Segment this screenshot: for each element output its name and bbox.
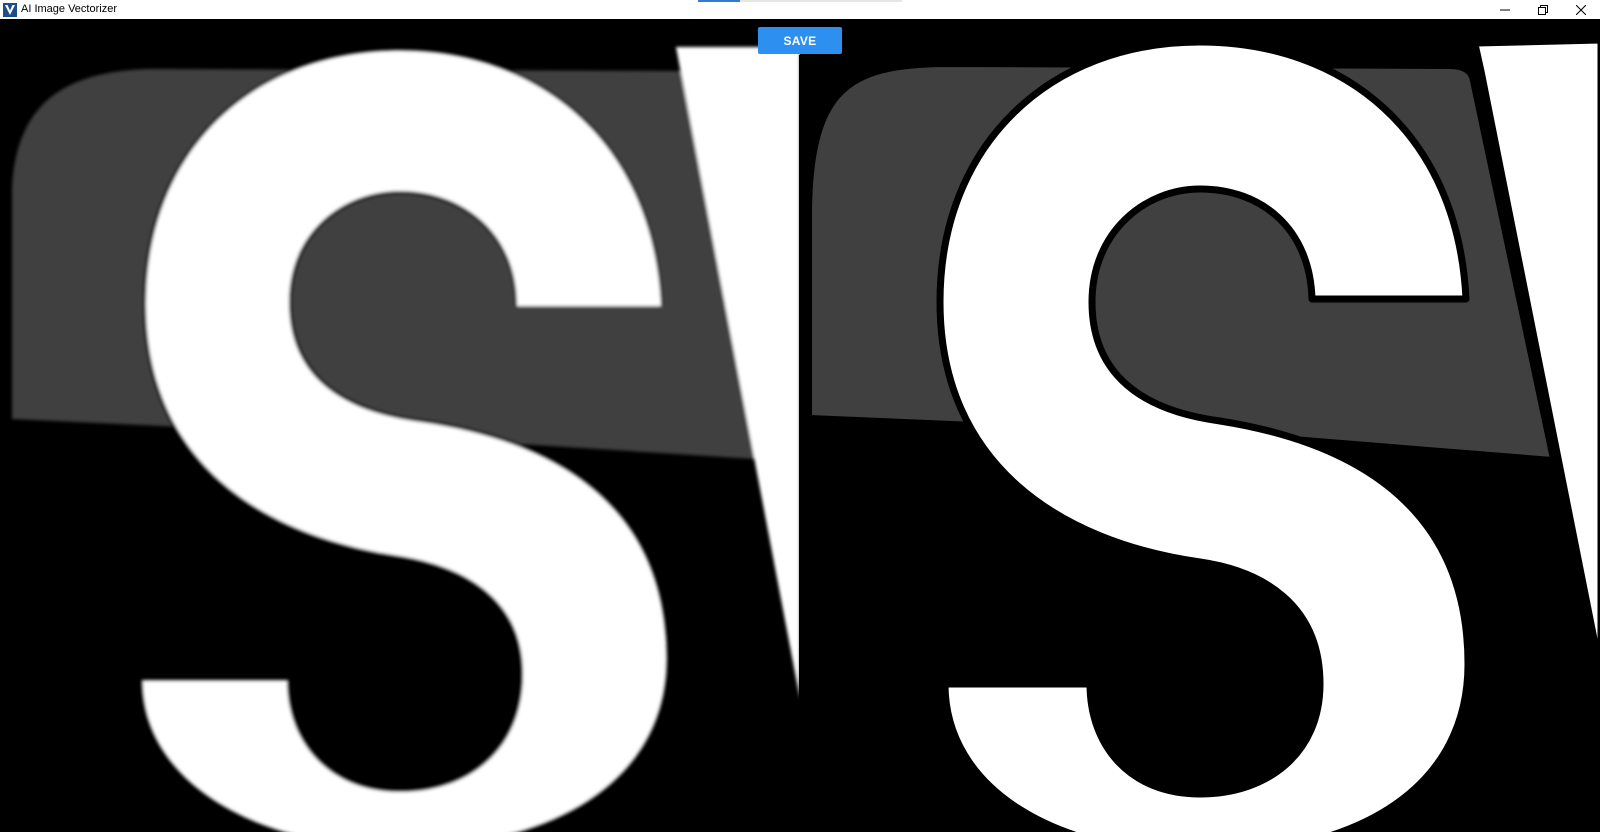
restore-icon xyxy=(1538,4,1548,15)
minimize-button[interactable] xyxy=(1486,0,1524,19)
tab-indicator-active[interactable] xyxy=(698,0,740,2)
original-image-pane[interactable] xyxy=(0,19,800,832)
minimize-icon xyxy=(1500,9,1510,10)
title-bar: AI Image Vectorizer xyxy=(0,0,1600,19)
close-button[interactable] xyxy=(1562,0,1600,19)
save-button[interactable]: SAVE xyxy=(758,27,842,54)
original-image xyxy=(12,47,800,832)
close-icon xyxy=(1576,4,1586,15)
restore-button[interactable] xyxy=(1524,0,1562,19)
tab-strip xyxy=(698,0,902,2)
window-title: AI Image Vectorizer xyxy=(21,3,117,15)
vectorized-image-pane[interactable] xyxy=(800,19,1600,832)
vectorized-image xyxy=(808,38,1600,832)
app-logo-icon xyxy=(3,2,17,17)
window-controls xyxy=(1486,0,1600,19)
pane-divider[interactable] xyxy=(799,55,801,832)
comparison-canvas xyxy=(0,19,1600,832)
